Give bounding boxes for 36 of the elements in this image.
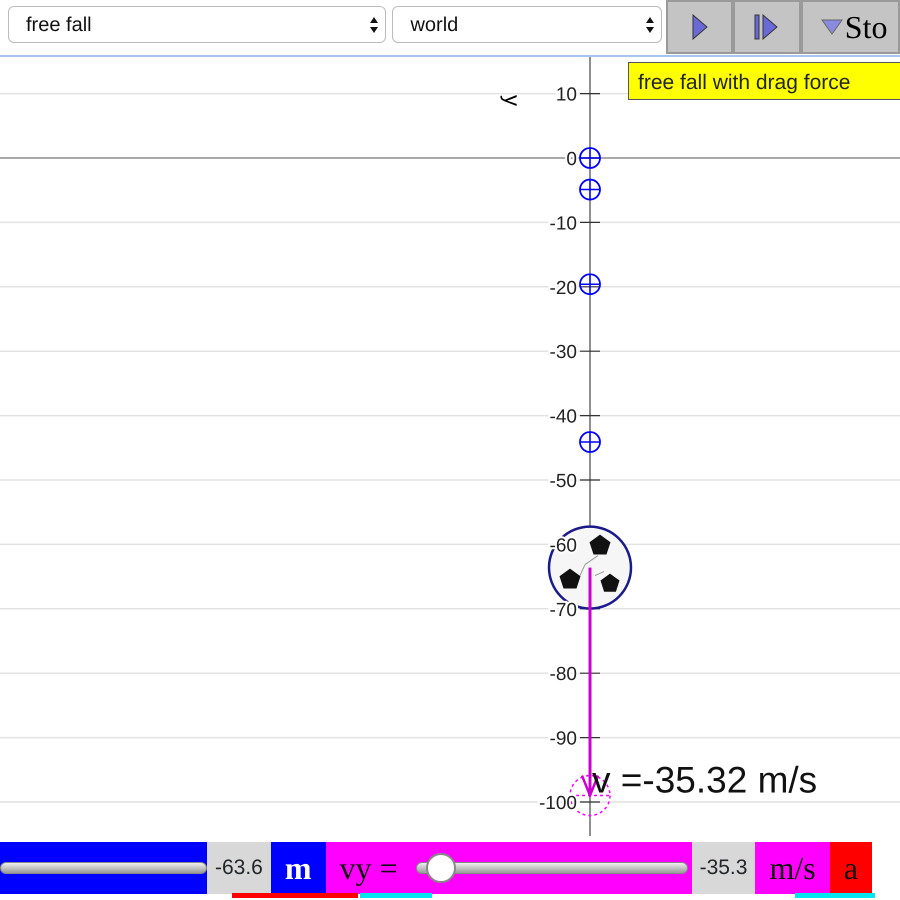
position-marker (579, 273, 601, 296)
tick-label: 10 (556, 84, 577, 106)
dropdown[interactable]: free fall (8, 6, 386, 43)
tick-label: -90 (550, 728, 577, 750)
slider[interactable] (0, 842, 207, 894)
tick-label: -20 (550, 278, 577, 299)
unit-label: a (830, 842, 872, 894)
value-field[interactable]: -35.3 (692, 842, 756, 894)
tick-label: -80 (550, 664, 577, 686)
tick-label: 0 (566, 149, 577, 170)
tick-label: -70 (550, 600, 577, 621)
value-field[interactable]: -63.6 (207, 842, 271, 894)
dropdown-caret-icon (369, 16, 380, 34)
tick-label: -10 (550, 213, 577, 234)
tick-label: -100 (538, 793, 577, 814)
dropdown-caret-icon (645, 16, 656, 34)
dropdown[interactable]: world (392, 6, 662, 43)
slider-thumb[interactable] (426, 853, 456, 883)
position-marker (579, 431, 601, 453)
color-strip (360, 893, 432, 898)
step-button[interactable] (733, 0, 801, 54)
menu-button[interactable]: Sto (800, 0, 900, 54)
variable-label: vy = (326, 842, 412, 894)
tick-label: -30 (550, 342, 577, 364)
position-marker (579, 178, 601, 200)
position-marker (579, 147, 601, 169)
caret-icon (820, 19, 843, 35)
step-icon (754, 14, 780, 40)
unit-label: m (270, 842, 326, 894)
axis-label: y (500, 95, 525, 106)
play-icon (690, 14, 709, 40)
tick-label: -50 (550, 471, 577, 492)
tooltip: free fall with drag force (628, 62, 900, 100)
slider[interactable] (412, 842, 692, 894)
tick-label: -40 (550, 406, 577, 428)
unit-label: m/s (755, 842, 830, 894)
